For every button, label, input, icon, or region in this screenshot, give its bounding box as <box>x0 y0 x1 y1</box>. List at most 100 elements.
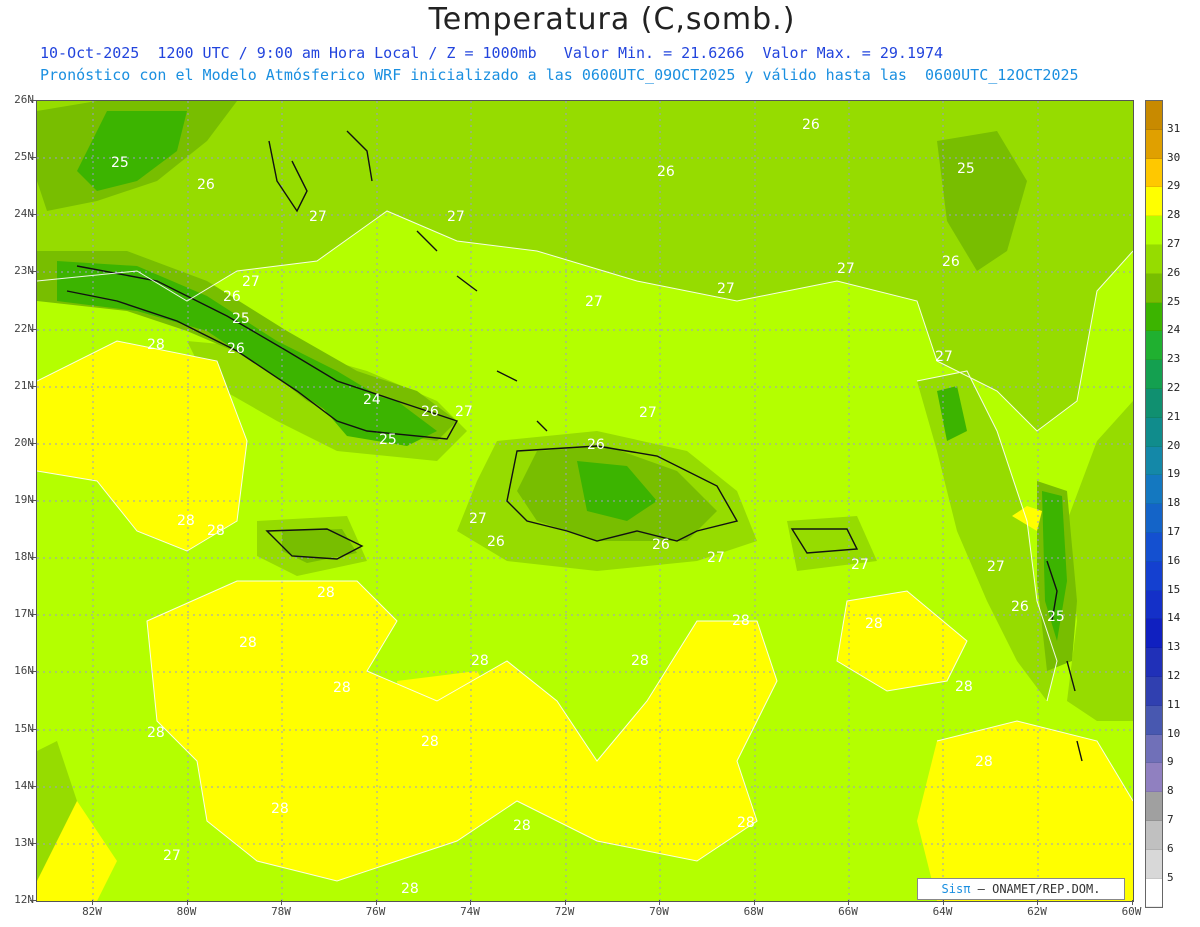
legend-swatch <box>1146 417 1162 447</box>
legend-swatch <box>1146 331 1162 361</box>
contour-label: 26 <box>587 437 605 453</box>
subtitle-valid-time: 10-Oct-2025 1200 UTC / 9:00 am Hora Loca… <box>40 44 944 62</box>
legend-label: 8 <box>1167 784 1174 798</box>
contour-label: 25 <box>111 155 129 171</box>
legend-swatch <box>1146 532 1162 562</box>
legend-label: 26 <box>1167 265 1181 279</box>
contour-label: 28 <box>955 679 973 695</box>
contour-label: 28 <box>865 616 883 632</box>
contour-label: 28 <box>401 881 419 897</box>
legend-label: 15 <box>1167 582 1181 596</box>
contour-label: 28 <box>975 754 993 770</box>
sis-logo: Sisπ <box>941 882 971 896</box>
contour-label: 26 <box>652 537 670 553</box>
legend-label: 5 <box>1167 870 1174 884</box>
legend-swatch <box>1146 849 1162 879</box>
contour-label: 27 <box>469 511 487 527</box>
legend-swatch <box>1146 820 1162 850</box>
credit-box: Sisπ – ONAMET/REP.DOM. <box>917 878 1125 900</box>
longitude-label: 82W <box>82 905 102 918</box>
legend-label: 18 <box>1167 496 1181 510</box>
longitude-label: 76W <box>365 905 386 918</box>
legend-label: 30 <box>1167 150 1181 164</box>
legend-swatch <box>1146 158 1162 188</box>
contour-label: 28 <box>333 680 351 696</box>
legend-swatch <box>1146 504 1162 533</box>
contour-label: 25 <box>379 432 397 448</box>
longitude-label: 70W <box>649 905 669 918</box>
subtitle-model-info: Pronóstico con el Modelo Atmósferico WRF… <box>40 66 1079 84</box>
legend-swatch <box>1146 360 1162 389</box>
latitude-label: 14N <box>14 778 34 792</box>
legend-swatch <box>1146 734 1162 764</box>
contour-label: 27 <box>242 274 260 290</box>
temperature-field: 25 26 27 27 26 26 25 26 27 27 27 27 26 2… <box>37 101 1133 901</box>
latitude-label: 24N <box>14 207 34 221</box>
contour-label: 27 <box>163 848 181 864</box>
legend-swatch <box>1146 273 1162 303</box>
legend-swatch <box>1146 187 1162 217</box>
legend-label: 29 <box>1167 179 1181 193</box>
legend-swatch <box>1146 216 1162 245</box>
legend-label: 10 <box>1167 726 1181 740</box>
color-legend <box>1145 100 1163 909</box>
contour-label: 28 <box>239 635 257 651</box>
contour-label: 25 <box>957 161 975 177</box>
legend-swatch <box>1146 475 1162 505</box>
contour-label: 28 <box>732 613 750 629</box>
contour-label: 25 <box>232 311 250 327</box>
legend-label: 11 <box>1167 697 1181 711</box>
contour-label: 28 <box>177 513 195 529</box>
legend-swatch <box>1146 302 1162 332</box>
longitude-label: 64W <box>932 905 953 918</box>
legend-label: 16 <box>1167 553 1181 567</box>
temperature-map: 25 26 27 27 26 26 25 26 27 27 27 27 26 2… <box>36 100 1134 902</box>
latitude-label: 26N <box>14 93 34 106</box>
longitude-label: 62W <box>1027 905 1047 918</box>
legend-swatch <box>1146 878 1162 908</box>
legend-swatch <box>1146 129 1162 159</box>
contour-label: 27 <box>707 550 725 566</box>
longitude-label: 66W <box>838 905 858 918</box>
contour-label: 28 <box>471 653 489 669</box>
latitude-label: 22N <box>14 321 34 335</box>
legend-label: 24 <box>1167 323 1181 337</box>
contour-label: 27 <box>851 557 869 573</box>
contour-label: 28 <box>147 725 165 741</box>
legend-swatch <box>1146 590 1162 620</box>
contour-label: 27 <box>639 405 657 421</box>
legend-label: 14 <box>1167 611 1181 625</box>
latitude-label: 21N <box>14 378 34 392</box>
contour-label: 28 <box>271 801 289 817</box>
legend-swatch <box>1146 101 1162 130</box>
legend-swatch <box>1146 446 1162 476</box>
latitude-label: 16N <box>14 664 34 678</box>
latitude-label: 12N <box>14 892 34 906</box>
map-title: Temperatura (C,somb.) <box>428 2 796 37</box>
legend-label: 21 <box>1167 409 1181 423</box>
legend-label: 12 <box>1167 669 1181 682</box>
legend-label: 28 <box>1167 208 1181 222</box>
legend-label: 27 <box>1167 237 1181 250</box>
legend-swatch <box>1146 705 1162 735</box>
legend-label: 19 <box>1167 467 1181 481</box>
longitude-label: 80W <box>176 905 197 918</box>
contour-label: 27 <box>455 404 473 420</box>
longitude-label: 68W <box>743 905 764 918</box>
legend-swatch <box>1146 792 1162 821</box>
contour-label: 28 <box>317 585 335 601</box>
legend-label: 7 <box>1167 813 1174 826</box>
contour-label: 26 <box>197 177 215 193</box>
contour-label: 26 <box>487 534 505 550</box>
contour-label: 27 <box>837 261 855 277</box>
contour-label: 26 <box>223 289 241 305</box>
contour-label: 26 <box>657 164 675 180</box>
longitude-label: 78W <box>271 905 291 918</box>
contour-label: 28 <box>147 337 165 353</box>
legend-label: 13 <box>1167 640 1181 654</box>
legend-swatch <box>1146 561 1162 591</box>
contour-label: 28 <box>631 653 649 669</box>
legend-label: 9 <box>1167 755 1174 769</box>
contour-label: 26 <box>1011 599 1029 615</box>
latitude-label: 20N <box>14 435 34 449</box>
